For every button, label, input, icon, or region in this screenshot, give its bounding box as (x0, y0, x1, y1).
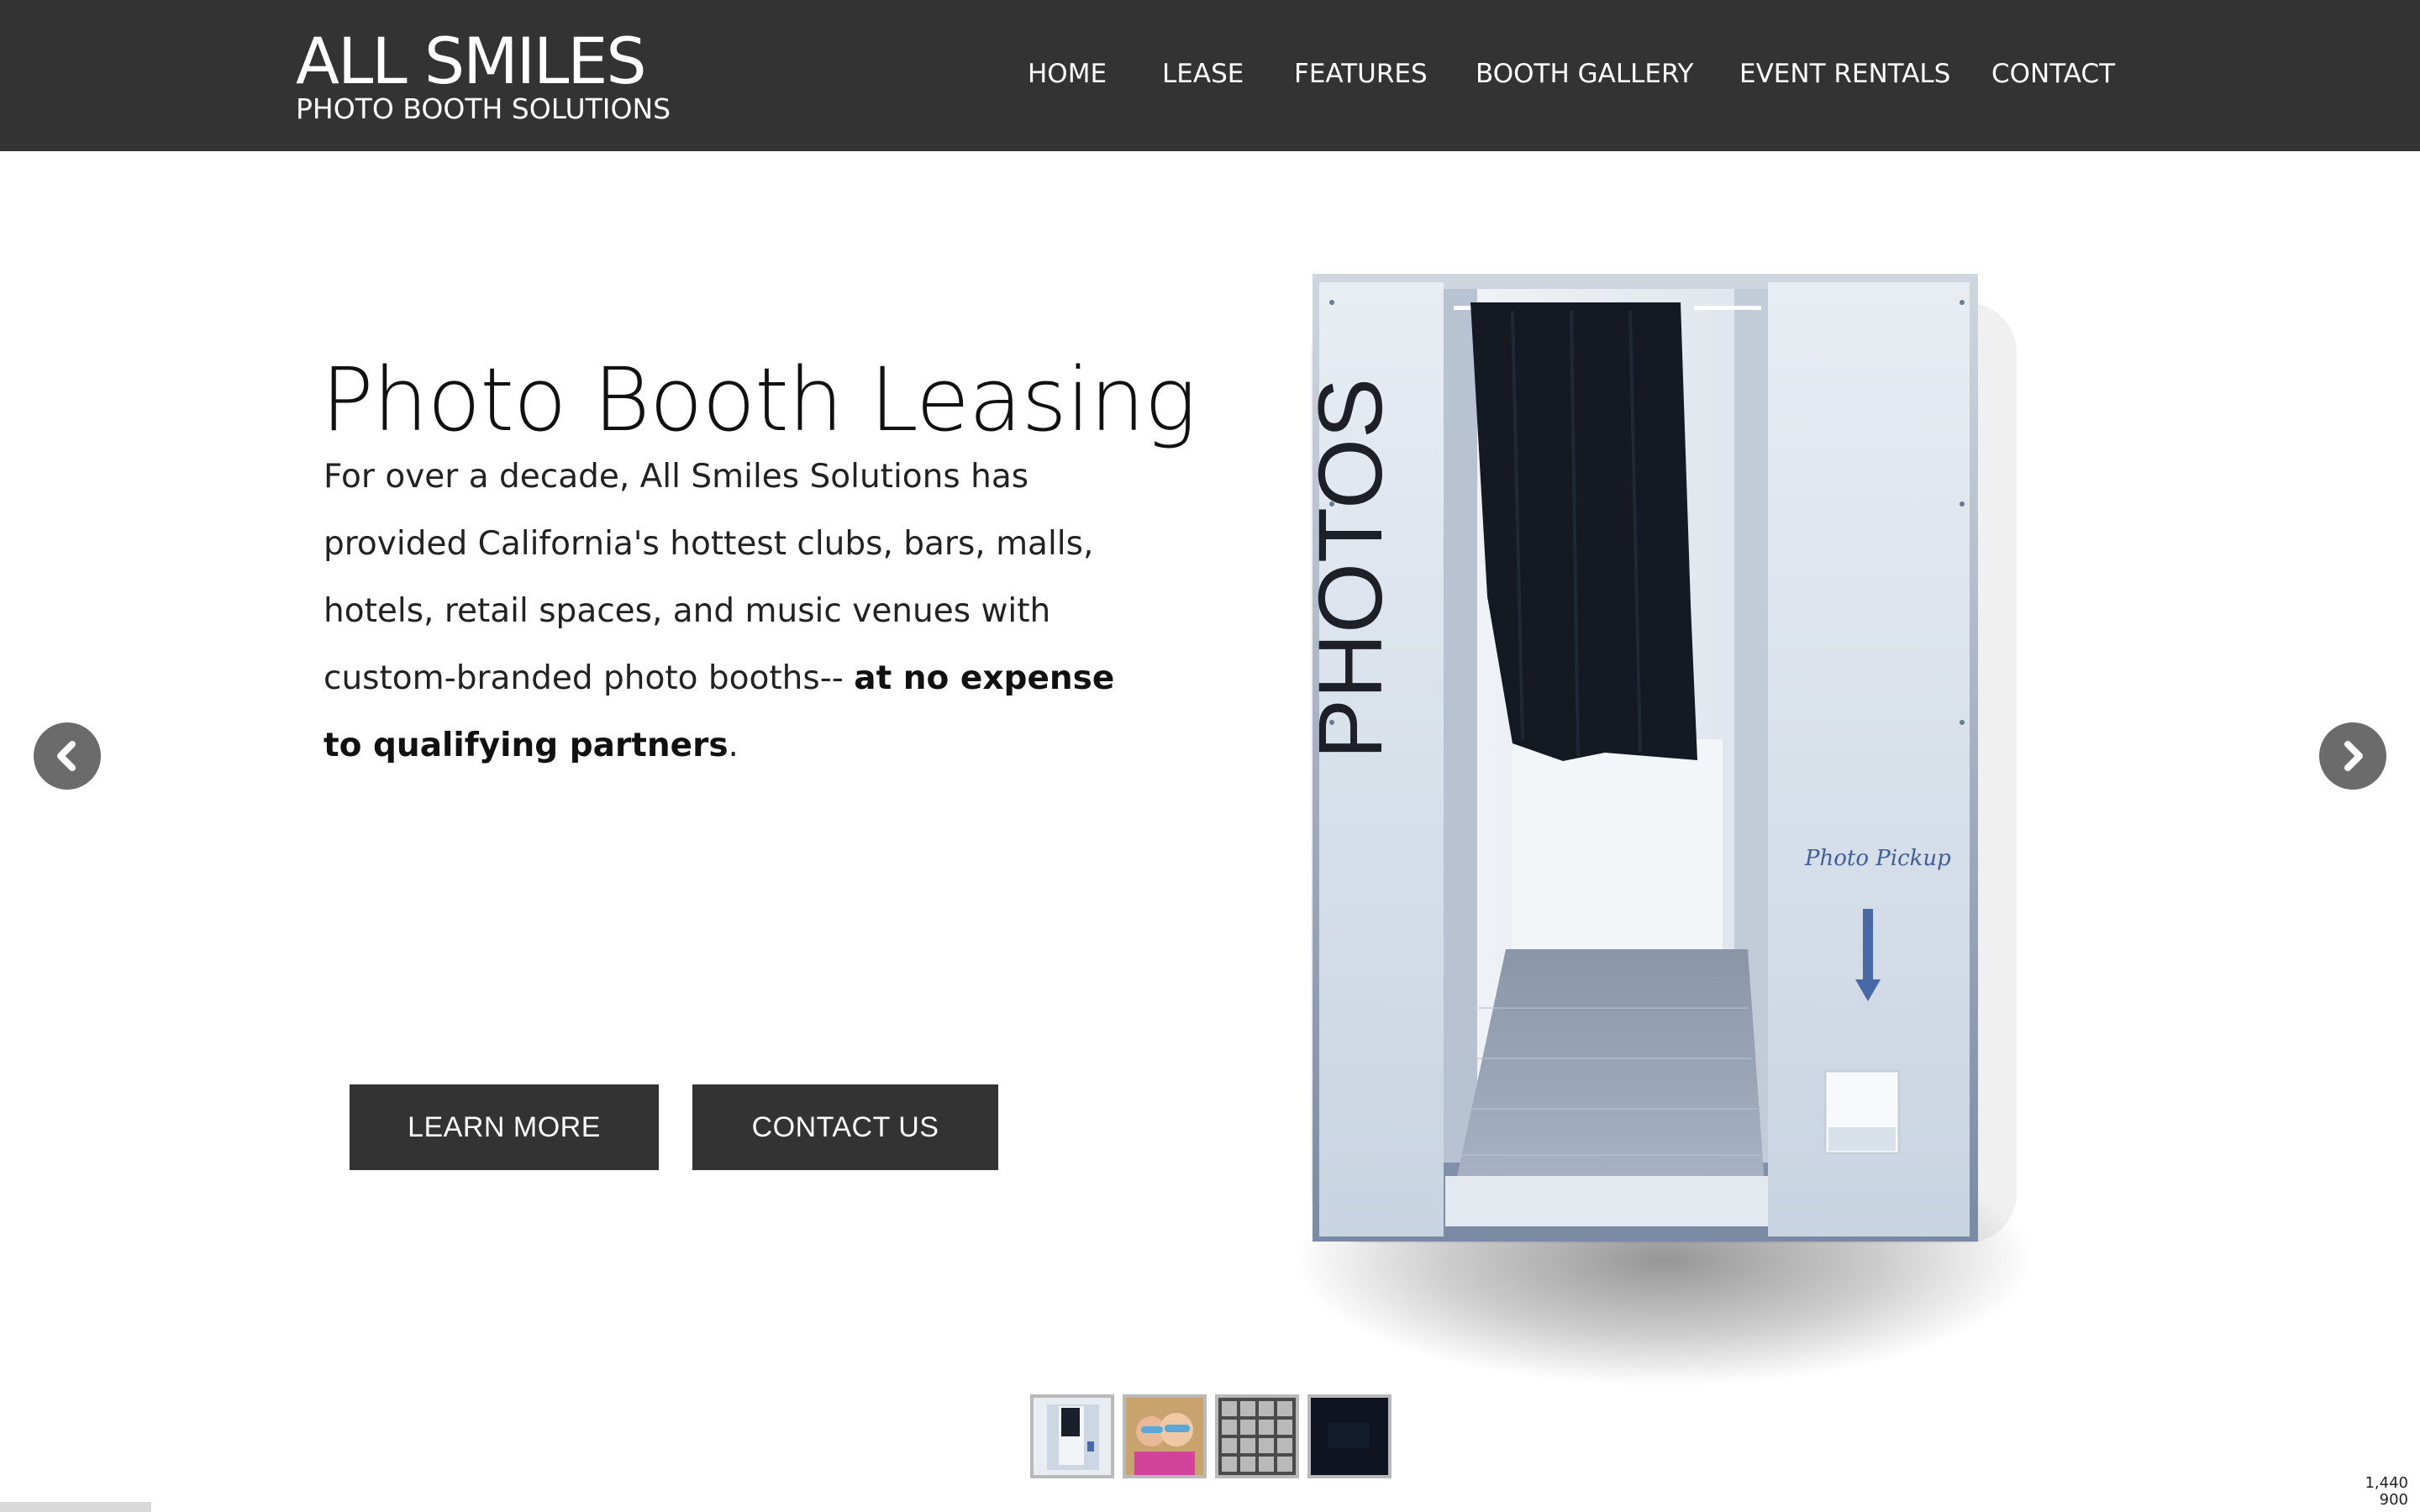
slide-thumbnail-2[interactable] (1123, 1394, 1207, 1478)
nav-item-home[interactable]: HOME (1028, 57, 1107, 91)
chevron-right-icon (2344, 741, 2363, 771)
brand-logo[interactable]: ALL SMILES PHOTO BOOTH SOLUTIONS (296, 24, 682, 124)
site-header: ALL SMILES PHOTO BOOTH SOLUTIONS HOME LE… (0, 0, 2420, 151)
hero-trailing-text: . (728, 727, 739, 764)
carousel-prev-button[interactable] (34, 722, 101, 790)
booth-side-text: PHOTOS (1299, 378, 1401, 759)
learn-more-button[interactable]: LEARN MORE (350, 1084, 659, 1170)
thumbnail-photo-strip-image (1218, 1398, 1296, 1475)
nav-item-contact[interactable]: CONTACT (1991, 57, 2115, 91)
horizontal-scrollbar[interactable] (0, 1502, 151, 1512)
carousel-next-button[interactable] (2319, 722, 2386, 790)
slide-thumbnail-3[interactable] (1215, 1394, 1299, 1478)
viewport-width: 1,440 (2365, 1474, 2408, 1492)
viewport-height: 900 (2379, 1491, 2408, 1509)
viewport-size-readout: 1,440 900 (2365, 1475, 2408, 1509)
contact-us-button[interactable]: CONTACT US (692, 1084, 998, 1170)
slide-thumbnail-1[interactable] (1030, 1394, 1114, 1478)
photo-booth-illustration: Photo Pickup PHOTOS (1294, 274, 2033, 1386)
brand-title: ALL SMILES (296, 24, 647, 98)
chevron-left-icon (57, 741, 76, 771)
hero-description: For over a decade, All Smiles Solutions … (324, 444, 1147, 780)
thumbnail-people-image (1126, 1398, 1203, 1475)
nav-item-booth-gallery[interactable]: BOOTH GALLERY (1476, 57, 1693, 91)
thumbnail-dark-image (1311, 1398, 1388, 1475)
photo-booth-image: Photo Pickup PHOTOS (1193, 252, 2118, 1394)
hero-title: Photo Booth Leasing (321, 349, 1197, 451)
brand-subtitle: PHOTO BOOTH SOLUTIONS (296, 92, 671, 125)
photo-pickup-label: Photo Pickup (1804, 846, 1951, 871)
nav-item-lease[interactable]: LEASE (1162, 57, 1244, 91)
nav-item-event-rentals[interactable]: EVENT RENTALS (1739, 57, 1950, 91)
thumbnail-booth-image (1034, 1398, 1111, 1475)
slide-thumbnail-4[interactable] (1307, 1394, 1392, 1478)
nav-item-features[interactable]: FEATURES (1294, 57, 1428, 91)
